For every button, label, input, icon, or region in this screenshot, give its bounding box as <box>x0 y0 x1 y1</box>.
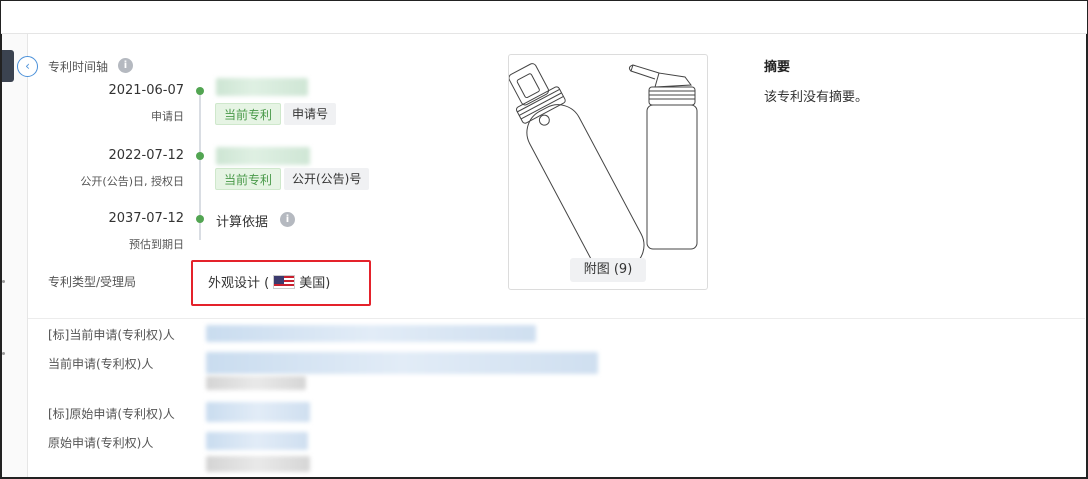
timeline-dot <box>196 152 204 160</box>
divider <box>28 318 1085 319</box>
current-applicant-label: 当前申请(专利权)人 <box>48 357 154 371</box>
timeline-dot <box>196 87 204 95</box>
figure-card[interactable] <box>508 54 708 290</box>
timeline-label: 公开(公告)日, 授权日 <box>80 175 184 188</box>
redacted-applicant <box>206 456 310 472</box>
patent-type-text: 外观设计 ( <box>208 276 270 291</box>
patent-type-value: 外观设计 ( 美国) <box>208 272 330 291</box>
timeline-date: 2022-07-12 <box>108 148 184 163</box>
timeline-date: 2037-07-12 <box>108 211 184 226</box>
redacted-applicant[interactable] <box>206 402 310 422</box>
top-bar <box>1 1 1087 34</box>
bottle-drawing <box>508 63 698 274</box>
std-original-applicant-label: [标]原始申请(专利权)人 <box>48 407 175 421</box>
timeline-date: 2021-06-07 <box>108 83 184 98</box>
abstract-text: 该专利没有摘要。 <box>764 90 869 105</box>
rail-tab[interactable] <box>2 50 14 82</box>
std-current-applicant-label: [标]当前申请(专利权)人 <box>48 328 175 342</box>
patent-type-label: 专利类型/受理局 <box>48 275 137 289</box>
chevron-left-icon[interactable]: ‹ <box>17 56 38 77</box>
us-flag-icon <box>273 274 296 289</box>
original-applicant-label: 原始申请(专利权)人 <box>48 436 154 450</box>
figure-caption[interactable]: 附图 (9) <box>570 258 646 282</box>
calc-basis-label: 计算依据 <box>216 215 269 230</box>
redacted-applicant[interactable] <box>206 352 598 374</box>
application-number-tag[interactable]: 申请号 <box>284 103 337 125</box>
info-icon[interactable]: i <box>280 212 295 227</box>
timeline-label: 预估到期日 <box>129 238 184 251</box>
redacted-applicant[interactable] <box>206 432 308 450</box>
redacted-applicant <box>206 376 306 390</box>
publication-number-tag[interactable]: 公开(公告)号 <box>284 168 370 190</box>
patent-office-text: 美国) <box>299 276 331 291</box>
left-rail <box>2 34 28 477</box>
timeline-title: 专利时间轴 <box>48 60 109 74</box>
current-patent-tag[interactable]: 当前专利 <box>215 103 282 125</box>
redacted-applicant[interactable] <box>206 325 536 342</box>
abstract-title: 摘要 <box>764 60 791 75</box>
redacted-number <box>216 147 310 165</box>
info-icon[interactable]: i <box>118 58 133 73</box>
timeline-label: 申请日 <box>151 110 184 123</box>
rail-dot <box>2 280 5 283</box>
rail-dot <box>2 352 5 355</box>
current-patent-tag[interactable]: 当前专利 <box>215 168 282 190</box>
redacted-number <box>216 78 308 96</box>
timeline-dot <box>196 215 204 223</box>
